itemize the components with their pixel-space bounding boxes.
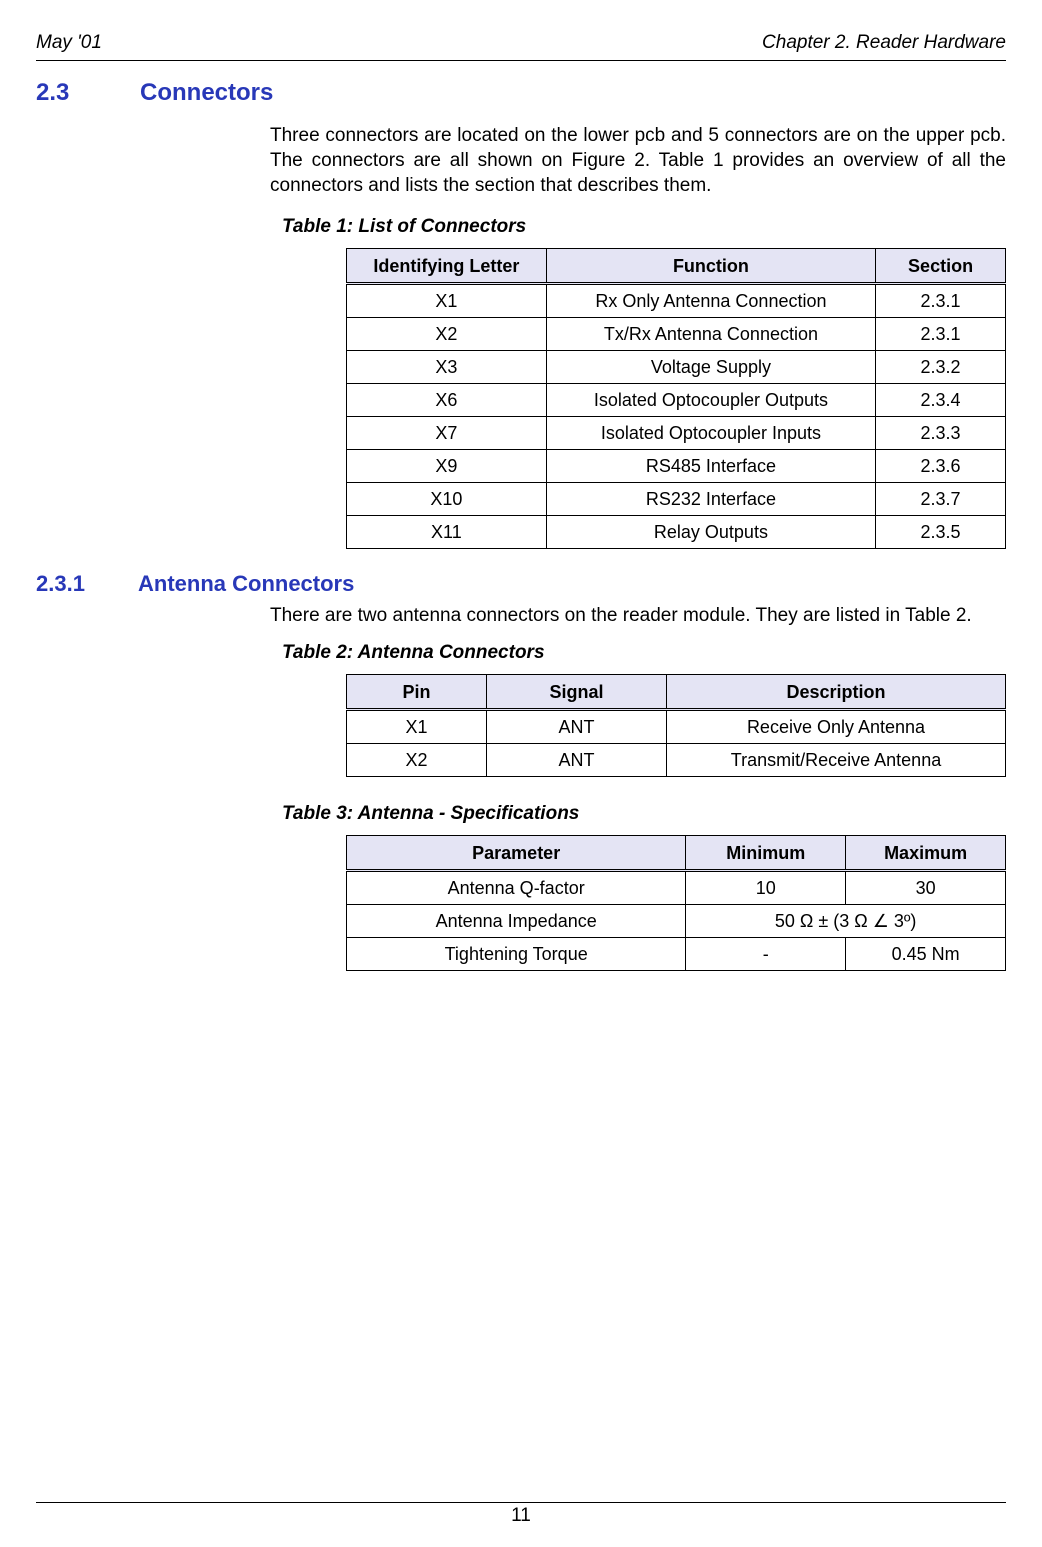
table3-header-1: Minimum [686,836,846,871]
page-number: 11 [36,1505,1006,1527]
header-right: Chapter 2. Reader Hardware [762,32,1006,54]
table3-caption: Table 3: Antenna - Specifications [282,803,1006,825]
table-cell: X2 [347,744,487,777]
table-cell: X1 [347,284,547,318]
table1-header-0: Identifying Letter [347,249,547,284]
table1-header-1: Function [546,249,875,284]
table-row: X9RS485 Interface2.3.6 [347,450,1006,483]
table-cell: Antenna Impedance [347,905,686,938]
table-row: X1Rx Only Antenna Connection2.3.1 [347,284,1006,318]
table3-header-0: Parameter [347,836,686,871]
table2-header-0: Pin [347,675,487,710]
table-cell: Receive Only Antenna [667,710,1006,744]
table-cell: Isolated Optocoupler Inputs [546,417,875,450]
table-row: X7Isolated Optocoupler Inputs2.3.3 [347,417,1006,450]
table2-header-1: Signal [487,675,667,710]
table-antenna-specs: Parameter Minimum Maximum Antenna Q-fact… [346,835,1006,971]
table-cell: X2 [347,318,547,351]
table-row: X2ANTTransmit/Receive Antenna [347,744,1006,777]
table3-header-2: Maximum [846,836,1006,871]
table-connectors: Identifying Letter Function Section X1Rx… [346,248,1006,549]
table1-header-2: Section [876,249,1006,284]
table-cell: X9 [347,450,547,483]
subsection-number: 2.3.1 [36,571,92,597]
table2-caption: Table 2: Antenna Connectors [282,642,1006,664]
subsection-intro: There are two antenna connectors on the … [270,603,1006,628]
section-intro: Three connectors are located on the lowe… [270,123,1006,198]
table-cell: 0.45 Nm [846,938,1006,971]
table-cell: X3 [347,351,547,384]
header-left: May '01 [36,32,102,54]
table-cell: ANT [487,710,667,744]
table-cell: 2.3.5 [876,516,1006,549]
table-row: X10RS232 Interface2.3.7 [347,483,1006,516]
table-cell: Tightening Torque [347,938,686,971]
table-cell: - [686,938,846,971]
table-cell: Relay Outputs [546,516,875,549]
table-cell: 30 [846,871,1006,905]
table-row: X11Relay Outputs2.3.5 [347,516,1006,549]
table-row: Tightening Torque-0.45 Nm [347,938,1006,971]
table-row: Antenna Q-factor1030 [347,871,1006,905]
table-cell: X7 [347,417,547,450]
table-row: X6Isolated Optocoupler Outputs2.3.4 [347,384,1006,417]
table-cell: Antenna Q-factor [347,871,686,905]
table-row: X2Tx/Rx Antenna Connection2.3.1 [347,318,1006,351]
table-cell: RS485 Interface [546,450,875,483]
table-row: Antenna Impedance50 Ω ± (3 Ω ∠ 3º) [347,905,1006,938]
table-cell: 2.3.3 [876,417,1006,450]
table1-caption: Table 1: List of Connectors [282,216,1006,238]
table-cell: X1 [347,710,487,744]
table-cell: Transmit/Receive Antenna [667,744,1006,777]
section-number: 2.3 [36,79,82,107]
header-rule [36,60,1006,61]
table-cell: Voltage Supply [546,351,875,384]
table-row: X1ANTReceive Only Antenna [347,710,1006,744]
table-cell: 50 Ω ± (3 Ω ∠ 3º) [686,905,1006,938]
table2-header-2: Description [667,675,1006,710]
table-cell: 2.3.4 [876,384,1006,417]
table-cell: 2.3.6 [876,450,1006,483]
footer-rule [36,1502,1006,1503]
table-cell: 2.3.2 [876,351,1006,384]
table-cell: 2.3.1 [876,318,1006,351]
section-title: Connectors [140,79,273,107]
table-cell: Isolated Optocoupler Outputs [546,384,875,417]
table-cell: X6 [347,384,547,417]
table-cell: X10 [347,483,547,516]
table-cell: X11 [347,516,547,549]
subsection-title: Antenna Connectors [138,571,354,597]
table-row: X3Voltage Supply2.3.2 [347,351,1006,384]
table-cell: Tx/Rx Antenna Connection [546,318,875,351]
table-cell: 2.3.1 [876,284,1006,318]
table-antenna-connectors: Pin Signal Description X1ANTReceive Only… [346,674,1006,777]
table-cell: RS232 Interface [546,483,875,516]
table-cell: 2.3.7 [876,483,1006,516]
table-cell: 10 [686,871,846,905]
table-cell: ANT [487,744,667,777]
table-cell: Rx Only Antenna Connection [546,284,875,318]
